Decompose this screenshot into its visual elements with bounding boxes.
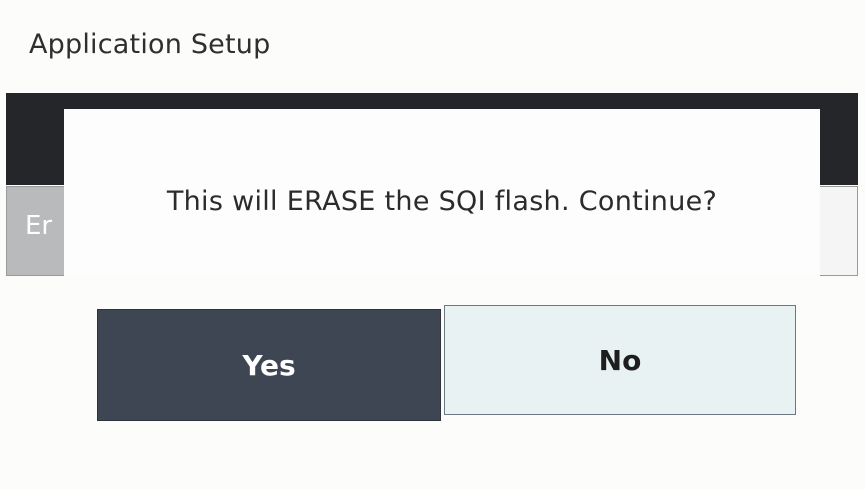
no-button[interactable]: No xyxy=(444,305,796,415)
confirm-dialog: This will ERASE the SQI flash. Continue? xyxy=(64,109,820,277)
screen: Application Setup Er This will ERASE the… xyxy=(0,0,865,489)
erase-tile-label: Er xyxy=(25,211,53,241)
app-title: Application Setup xyxy=(29,29,271,60)
yes-button[interactable]: Yes xyxy=(97,309,441,421)
no-button-label: No xyxy=(598,343,642,377)
yes-button-label: Yes xyxy=(242,348,296,382)
dialog-message: This will ERASE the SQI flash. Continue? xyxy=(166,185,718,217)
erase-tile[interactable]: Er xyxy=(7,187,67,275)
